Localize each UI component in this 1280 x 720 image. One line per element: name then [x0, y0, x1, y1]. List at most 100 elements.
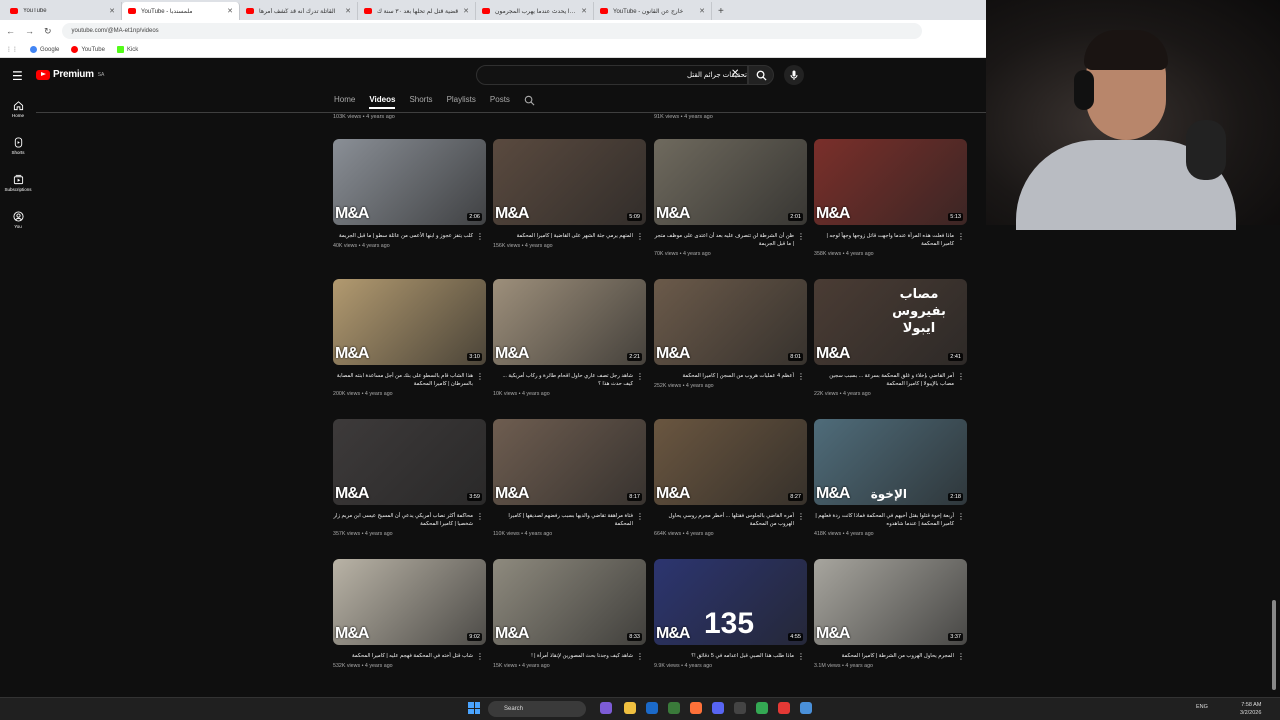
- search-input[interactable]: تحقيقات جرائم القتل: [476, 65, 748, 85]
- video-thumbnail[interactable]: M&A 8:27: [654, 419, 807, 505]
- url-field[interactable]: youtube.com/@MA-et1np/videos: [61, 23, 922, 39]
- more-actions-icon[interactable]: ⋮: [476, 652, 484, 661]
- close-tab-icon[interactable]: ✕: [581, 7, 587, 15]
- more-actions-icon[interactable]: ⋮: [636, 512, 644, 521]
- apps-grid-icon[interactable]: ⋮⋮: [6, 46, 18, 53]
- video-thumbnail[interactable]: M&A 8:17: [493, 419, 646, 505]
- video-card[interactable]: M&A 8:17 ⋮ فتاة مراهقة تقاضي والديها بسبب ر…: [493, 419, 646, 537]
- video-thumbnail[interactable]: M&A 3:37: [814, 559, 967, 645]
- app-icon[interactable]: [668, 702, 680, 714]
- video-card[interactable]: M&A 2:01 ⋮ ظن أن الشرطة لن تتصرف عليه بعد أ…: [654, 139, 807, 257]
- browser-tab[interactable]: القاتلة تدرك أنه قد كُشف أمرها ✕: [240, 2, 358, 20]
- video-thumbnail[interactable]: M&A مصاب بفيروس ايبولا 2:41: [814, 279, 967, 365]
- more-actions-icon[interactable]: ⋮: [797, 652, 805, 661]
- reload-icon[interactable]: ↻: [44, 26, 52, 37]
- tab-home[interactable]: Home: [334, 95, 355, 109]
- bookmark-kick[interactable]: Kick: [116, 46, 138, 53]
- video-title[interactable]: فتاة مراهقة تقاضي والديها بسبب رفضهم لصد…: [493, 512, 633, 528]
- video-card[interactable]: M&A 8:33 ⋮ شاهد كيف وجدنا بحث المصورين لإنق…: [493, 559, 646, 669]
- language-indicator[interactable]: ENG: [1196, 704, 1208, 710]
- video-title[interactable]: أمر القاضي بإخلاء و غلق المحكمة بسرعة ..…: [814, 372, 954, 388]
- more-actions-icon[interactable]: ⋮: [797, 372, 805, 381]
- bookmark-youtube[interactable]: YouTube: [71, 46, 105, 53]
- video-thumbnail[interactable]: M&A 5:13: [814, 139, 967, 225]
- video-card[interactable]: M&A مصاب بفيروس ايبولا 2:41 ⋮ أمر القاضي بإخ…: [814, 279, 967, 397]
- video-card[interactable]: M&A 3:10 ⋮ هذا الشاب قام بالسطو على بنك من …: [333, 279, 486, 397]
- close-tab-icon[interactable]: ✕: [345, 7, 351, 15]
- browser-tab[interactable]: YouTube - خارج عن القانون ✕: [594, 2, 712, 20]
- video-card[interactable]: M&A 8:27 ⋮ أمره القاضي بالجلوس فقتلها ... أ…: [654, 419, 807, 537]
- video-card[interactable]: M&A الإخوة 2:18 ⋮ أربعة إخوة قتلوا بقتل أخيه…: [814, 419, 967, 537]
- guide-item-you[interactable]: You: [0, 201, 36, 238]
- browser-tab[interactable]: YouTube ✕: [4, 2, 122, 20]
- video-title[interactable]: هذا الشاب قام بالسطو على بنك من أجل مساع…: [333, 372, 473, 388]
- more-actions-icon[interactable]: ⋮: [797, 232, 805, 241]
- search-button[interactable]: [748, 65, 774, 85]
- video-card[interactable]: M&A 3:37 ⋮ المجرم يحاول الهروب من الشرطة | …: [814, 559, 967, 669]
- video-title[interactable]: شاهد كيف وجدنا بحث المصورين لإنقاذ أمرأة…: [493, 652, 633, 660]
- video-title[interactable]: المجرم يحاول الهروب من الشرطة | كاميرا ا…: [814, 652, 954, 660]
- more-actions-icon[interactable]: ⋮: [957, 372, 965, 381]
- more-actions-icon[interactable]: ⋮: [476, 372, 484, 381]
- video-title[interactable]: محاكمة أكثر نصاب أمريكي يدعي أن المسيح ع…: [333, 512, 473, 528]
- taskbar-search[interactable]: Search: [488, 701, 586, 717]
- tab-posts[interactable]: Posts: [490, 95, 510, 109]
- video-thumbnail[interactable]: M&A 3:10: [333, 279, 486, 365]
- video-thumbnail[interactable]: M&A 5:09: [493, 139, 646, 225]
- forward-arrow-icon[interactable]: →: [25, 26, 34, 36]
- more-actions-icon[interactable]: ⋮: [957, 512, 965, 521]
- terminal-icon[interactable]: [734, 702, 746, 714]
- video-card[interactable]: M&A 5:09 ⋮ المتهم يرمي جثة الشهر على القاضي…: [493, 139, 646, 249]
- video-title[interactable]: المتهم يرمي جثة الشهر على القاضية | كامي…: [493, 232, 633, 240]
- more-actions-icon[interactable]: ⋮: [957, 652, 965, 661]
- close-tab-icon[interactable]: ✕: [699, 7, 705, 15]
- video-title[interactable]: شاب قتل أخته في المحكمة فهجم عليه | كامي…: [333, 652, 473, 660]
- video-card[interactable]: M&A 135 4:55 ⋮ ماذا طلب هذا الصبي قبل اعدامه…: [654, 559, 807, 669]
- video-title[interactable]: أمره القاضي بالجلوس فقتلها ... أخطر مجرم…: [654, 512, 794, 528]
- more-actions-icon[interactable]: ⋮: [957, 232, 965, 241]
- more-actions-icon[interactable]: ⋮: [797, 512, 805, 521]
- video-title[interactable]: ماذا طلب هذا الصبي قبل اعدامه في 5 دقائق…: [654, 652, 794, 660]
- video-title[interactable]: أربعة إخوة قتلوا بقتل أخيهم في المحكمة ف…: [814, 512, 954, 528]
- app-icon[interactable]: [778, 702, 790, 714]
- video-card[interactable]: M&A 9:02 ⋮ شاب قتل أخته في المحكمة فهجم علي…: [333, 559, 486, 669]
- steam-icon[interactable]: [646, 702, 658, 714]
- more-actions-icon[interactable]: ⋮: [636, 372, 644, 381]
- clear-search-icon[interactable]: ✕: [731, 68, 739, 79]
- video-card[interactable]: M&A 3:59 ⋮ محاكمة أكثر نصاب أمريكي يدعي أن …: [333, 419, 486, 537]
- video-title[interactable]: ظن أن الشرطة لن تتصرف عليه بعد أن اعتدى …: [654, 232, 794, 248]
- more-actions-icon[interactable]: ⋮: [636, 232, 644, 241]
- video-thumbnail[interactable]: M&A 8:01: [654, 279, 807, 365]
- more-actions-icon[interactable]: ⋮: [476, 512, 484, 521]
- system-tray[interactable]: ENG: [1196, 704, 1208, 710]
- new-tab-button[interactable]: +: [712, 2, 730, 20]
- video-thumbnail[interactable]: M&A 9:02: [333, 559, 486, 645]
- video-card[interactable]: M&A 2:21 ⋮ شاهد رجل تصف عاري حاول اقحام طائ…: [493, 279, 646, 397]
- firefox-icon[interactable]: [690, 702, 702, 714]
- video-thumbnail[interactable]: M&A 135 4:55: [654, 559, 807, 645]
- guide-item-home[interactable]: Home: [0, 90, 36, 127]
- video-thumbnail[interactable]: M&A 2:01: [654, 139, 807, 225]
- browser-tab[interactable]: قضية قتل لم تحلها بعد ٣٠ سنة ك ✕: [358, 2, 476, 20]
- video-thumbnail[interactable]: M&A الإخوة 2:18: [814, 419, 967, 505]
- close-tab-icon[interactable]: ✕: [463, 7, 469, 15]
- app-icon[interactable]: [800, 702, 812, 714]
- close-tab-icon[interactable]: ✕: [109, 7, 115, 15]
- tab-shorts[interactable]: Shorts: [409, 95, 432, 109]
- guide-item-subscriptions[interactable]: Subscriptions: [0, 164, 36, 201]
- guide-item-shorts[interactable]: Shorts: [0, 127, 36, 164]
- windows-start-icon[interactable]: [468, 702, 480, 714]
- video-card[interactable]: M&A 8:01 ⋮ أعظم 4 عمليات هروب من السجن | كا…: [654, 279, 807, 389]
- video-thumbnail[interactable]: M&A 3:59: [333, 419, 486, 505]
- more-actions-icon[interactable]: ⋮: [476, 232, 484, 241]
- channel-search-icon[interactable]: [524, 95, 535, 106]
- video-title[interactable]: أعظم 4 عمليات هروب من السجن | كاميرا الم…: [654, 372, 794, 380]
- video-title[interactable]: شاهد رجل تصف عاري حاول اقحام طائرة و ركا…: [493, 372, 633, 388]
- chrome-icon[interactable]: [756, 702, 768, 714]
- video-thumbnail[interactable]: M&A 8:33: [493, 559, 646, 645]
- discord-icon[interactable]: [712, 702, 724, 714]
- taskbar-clock[interactable]: 7:58 AM 3/2/2026: [1240, 701, 1261, 717]
- bookmark-google[interactable]: Google: [30, 46, 59, 53]
- video-title[interactable]: كلب يتفز عجوز و ابنها الأعمى من عائلة سط…: [333, 232, 473, 240]
- back-arrow-icon[interactable]: ←: [6, 26, 15, 36]
